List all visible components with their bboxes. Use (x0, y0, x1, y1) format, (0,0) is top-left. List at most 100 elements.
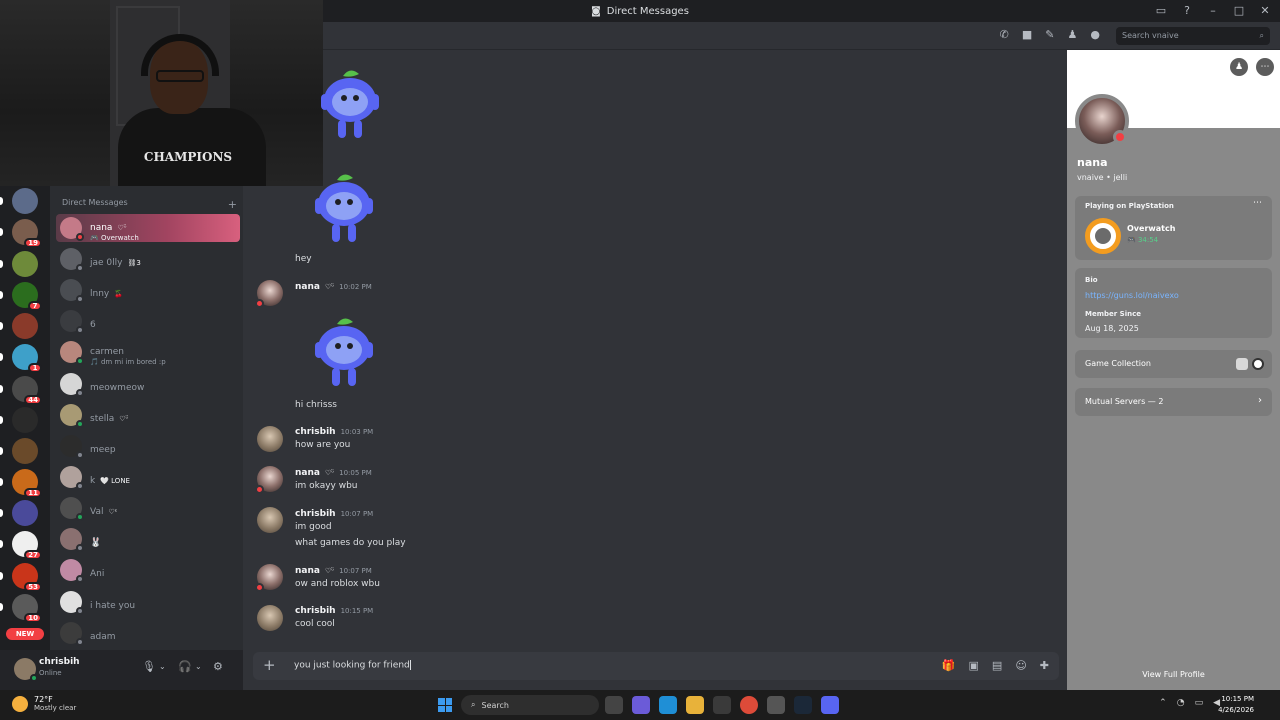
server-icon[interactable] (0, 407, 38, 433)
search-input[interactable]: Search vnaive ⌕ (1116, 27, 1270, 45)
dm-name: Ani (90, 568, 105, 579)
server-icon[interactable]: 44 (0, 376, 42, 405)
message-author[interactable]: chrisbih (295, 606, 336, 616)
taskbar-search[interactable]: ⌕ Search (461, 695, 599, 715)
message-avatar[interactable] (255, 564, 283, 592)
file-explorer-icon[interactable] (686, 696, 704, 714)
tray-chevron-icon[interactable]: ⌃ (1159, 698, 1167, 708)
message-author[interactable]: nana (295, 566, 320, 576)
server-icon[interactable]: 11 (0, 469, 42, 498)
server-mention-badge: 53 (24, 582, 42, 592)
sticker-icon[interactable]: ▤ (992, 659, 1002, 672)
dm-item-6[interactable]: meowmeow (56, 370, 240, 398)
message-composer[interactable]: + you just looking for friend 🎁 ▣ ▤ ☺ ✚ (253, 652, 1059, 680)
taskbar-search-label: Search (481, 700, 509, 710)
emoji-icon[interactable]: ☺ (1015, 659, 1026, 672)
dm-item-1[interactable]: nana ♡ᵕ̈ 🎮 Overwatch (56, 214, 240, 242)
dm-item-7[interactable]: stella ♡ᵕ̈ (56, 401, 240, 429)
weather-condition: Mostly clear (34, 704, 77, 712)
clock-date: 4/26/2026 (1218, 706, 1254, 714)
dm-item-13[interactable]: i hate you (56, 588, 240, 616)
headphones-icon[interactable]: 🎧 (178, 660, 192, 673)
dm-item-5[interactable]: carmen 🎵 dm mi im bored :p (56, 338, 240, 366)
message-author[interactable]: chrisbih (295, 509, 336, 519)
add-dm-button[interactable]: + (228, 198, 237, 211)
profile-avatar[interactable] (1075, 94, 1129, 148)
server-icon[interactable] (0, 500, 38, 526)
pin-icon[interactable]: ✎ (1045, 28, 1054, 41)
store-icon[interactable] (713, 696, 731, 714)
message-avatar[interactable] (255, 466, 283, 494)
voice-call-icon[interactable]: ✆ (1000, 28, 1009, 41)
steam-icon[interactable] (794, 696, 812, 714)
server-icon[interactable]: 7 (0, 282, 42, 311)
dm-item-9[interactable]: k 🤍 LONE (56, 463, 240, 491)
message-author[interactable]: nana (295, 282, 320, 292)
dm-name: carmen (90, 346, 125, 357)
server-icon[interactable] (0, 251, 38, 277)
activity-more-icon[interactable]: ⋯ (1253, 198, 1262, 208)
task-view-icon[interactable] (605, 696, 623, 714)
server-icon[interactable] (0, 313, 38, 339)
clock[interactable]: 10:15 PM 4/26/2026 (1218, 694, 1254, 716)
display-icon[interactable]: ▭ (1195, 698, 1204, 708)
view-full-profile-button[interactable]: View Full Profile (1067, 670, 1280, 679)
microphone-icon[interactable]: 🎙 (142, 660, 156, 673)
gif-icon[interactable]: ▣ (969, 659, 979, 672)
copilot-icon[interactable] (632, 696, 650, 714)
start-button[interactable] (438, 698, 452, 712)
message-avatar[interactable] (257, 605, 283, 631)
user-avatar[interactable] (14, 658, 38, 682)
server-icon[interactable]: 1 (0, 344, 42, 373)
message-author[interactable]: nana (295, 468, 320, 478)
message-avatar[interactable] (255, 280, 283, 308)
dm-item-10[interactable]: Val ♡ᵋ (56, 494, 240, 522)
roblox-icon (1236, 358, 1248, 370)
mic-chevron-icon[interactable]: ⌄ (159, 662, 166, 671)
weather-widget[interactable]: 72°F Mostly clear (12, 695, 76, 712)
video-call-icon[interactable]: ■ (1022, 28, 1032, 41)
more-options-icon[interactable]: ⋯ (1256, 58, 1274, 76)
message-avatar[interactable] (257, 426, 283, 452)
headphones-chevron-icon[interactable]: ⌄ (195, 662, 202, 671)
dm-item-2[interactable]: jae 0lly ⛓3 (56, 245, 240, 273)
bio-link[interactable]: https://guns.lol/naivexo (1085, 291, 1179, 300)
message-author[interactable]: chrisbih (295, 427, 336, 437)
server-icon[interactable]: 27 (0, 531, 42, 560)
settings-icon[interactable]: ⚙ (213, 660, 223, 673)
dm-item-8[interactable]: meep (56, 432, 240, 460)
discord-taskbar-icon[interactable] (821, 696, 839, 714)
message-input[interactable]: you just looking for friend (294, 660, 411, 671)
activity-game: Overwatch (1127, 224, 1176, 233)
server-icon[interactable]: 53 (0, 563, 42, 592)
dm-item-14[interactable]: adam (56, 619, 240, 647)
minimize-button[interactable]: – (1206, 2, 1220, 18)
add-friend-icon[interactable]: ♟ (1230, 58, 1248, 76)
attach-plus-icon[interactable]: + (263, 656, 276, 674)
mutual-servers-row[interactable]: Mutual Servers — 2 › (1075, 388, 1272, 416)
gift-icon[interactable]: 🎁 (942, 659, 956, 672)
server-icon[interactable]: 19 (0, 219, 42, 248)
apps-icon[interactable]: ✚ (1040, 659, 1049, 672)
new-badge[interactable]: NEW (6, 628, 44, 640)
wifi-icon[interactable]: ◔ (1177, 698, 1185, 708)
server-icon[interactable]: 10 (0, 594, 42, 623)
game-collection-row[interactable]: Game Collection (1075, 350, 1272, 378)
message-header: nana ♡ᵕ̈ 10:07 PM (295, 566, 372, 576)
edge-icon[interactable] (659, 696, 677, 714)
dm-item-12[interactable]: Ani (56, 556, 240, 584)
maximize-button[interactable]: □ (1232, 2, 1246, 18)
add-friends-icon[interactable]: ♟ (1068, 28, 1078, 41)
message-avatar[interactable] (257, 507, 283, 533)
app-icon[interactable] (767, 696, 785, 714)
inbox-icon[interactable]: ▭ (1154, 2, 1168, 18)
server-icon[interactable] (0, 188, 38, 214)
close-button[interactable]: ✕ (1258, 2, 1272, 18)
dm-item-3[interactable]: lnny 🍒 (56, 276, 240, 304)
chrome-icon[interactable] (740, 696, 758, 714)
user-profile-icon[interactable]: ● (1090, 28, 1100, 41)
help-icon[interactable]: ? (1180, 2, 1194, 18)
dm-item-11[interactable]: 🐰 (56, 525, 240, 553)
dm-item-4[interactable]: 6 (56, 307, 240, 335)
server-icon[interactable] (0, 438, 38, 464)
